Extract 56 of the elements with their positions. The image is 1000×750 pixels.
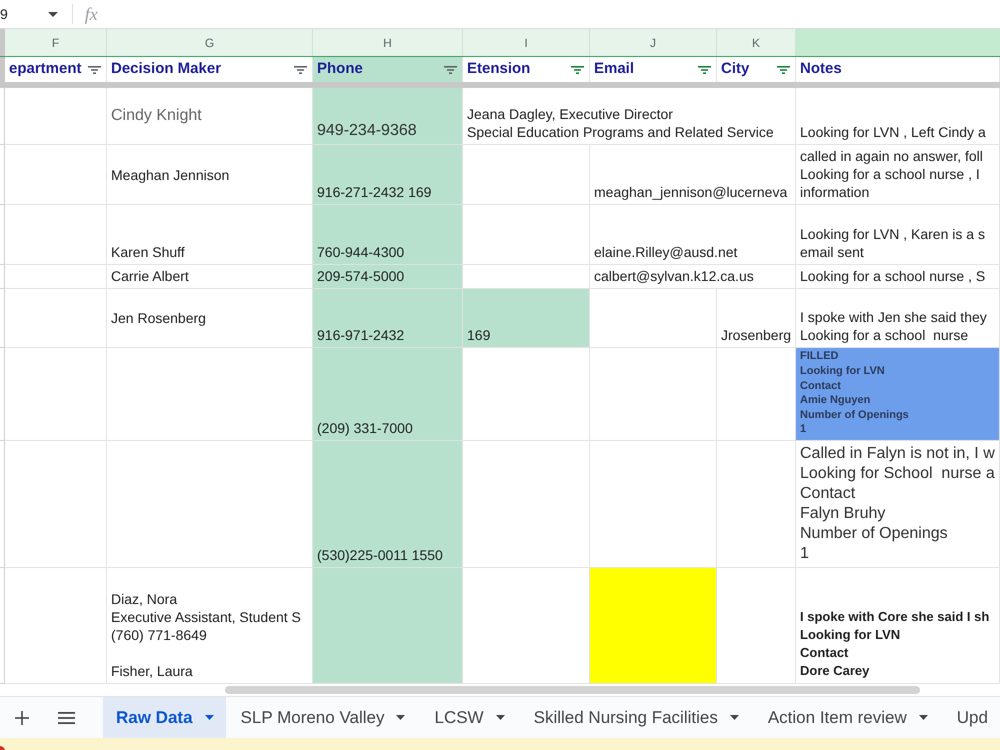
column-title: City: [721, 59, 750, 80]
table-cell: 949-234-9368: [313, 88, 463, 145]
caret-icon[interactable]: [730, 715, 739, 720]
column-header[interactable]: J: [590, 29, 717, 56]
sheet-tab[interactable]: SLP Moreno Valley: [226, 697, 420, 738]
table-cell: 169: [463, 289, 590, 348]
column-title: Etension: [467, 59, 530, 80]
filter-icon[interactable]: [444, 66, 457, 74]
column-title: Phone: [317, 59, 363, 80]
sheet-tab[interactable]: Upd: [942, 697, 1000, 738]
table-cell: Carrie Albert: [107, 265, 313, 289]
filter-icon[interactable]: [88, 66, 101, 74]
table-cell: Called in Falyn is not in, I w Looking for School nurse a Contact Falyn Bruhy Number of Openings 1: [796, 441, 1000, 568]
table-cell: (209) 331-7000: [313, 348, 463, 441]
column-title: Notes: [800, 59, 842, 80]
table-cell: called in again no answer, foll Looking for a school nurse , I information: [796, 145, 1000, 205]
caret-icon[interactable]: [496, 715, 505, 720]
sheet-tab[interactable]: Action Item review: [752, 697, 942, 738]
caret-icon[interactable]: [396, 715, 406, 720]
caret-icon[interactable]: [204, 715, 214, 720]
menu-icon[interactable]: [58, 712, 75, 724]
cell-reference[interactable]: 9: [0, 4, 8, 24]
table-cell: meaghan_jennison@lucerneva: [590, 145, 796, 205]
column-header[interactable]: K: [717, 29, 796, 56]
filter-icon[interactable]: [698, 66, 711, 74]
horizontal-scrollbar[interactable]: [225, 686, 920, 694]
column-header[interactable]: I: [463, 29, 590, 56]
add-icon[interactable]: [15, 710, 29, 724]
column-header[interactable]: F: [5, 29, 107, 56]
table-cell: Looking for a school nurse , S: [796, 265, 1000, 289]
caret-icon[interactable]: [918, 715, 928, 720]
sheet-tab[interactable]: LCSW: [419, 697, 519, 738]
table-cell: 916-971-2432: [313, 289, 463, 348]
filter-icon[interactable]: [777, 66, 790, 74]
table-cell: 209-574-5000: [313, 265, 463, 289]
table-cell: FILLED Looking for LVN Contact Amie Nguyen Number of Openings 1: [796, 348, 1000, 441]
table-cell: 760-944-4300: [313, 205, 463, 265]
column-title: Decision Maker: [111, 59, 222, 80]
column-title: epartment: [9, 59, 82, 80]
table-cell: Looking for LVN , Left Cindy a: [796, 88, 1000, 145]
table-cell: Looking for LVN , Karen is a s email sent: [796, 205, 1000, 265]
table-cell: elaine.Rilley@ausd.net: [590, 205, 796, 265]
column-header[interactable]: H: [313, 29, 463, 56]
filter-icon[interactable]: [294, 66, 307, 74]
table-cell: Jrosenberg: [717, 289, 796, 348]
filter-icon[interactable]: [571, 66, 584, 74]
table-cell: 916-271-2432 169: [313, 145, 463, 205]
table-cell: (530)225-0011 1550: [313, 441, 463, 568]
sheet-tab[interactable]: Skilled Nursing Facilities: [518, 697, 753, 738]
caret-icon[interactable]: [48, 12, 58, 16]
table-cell: calbert@sylvan.k12.ca.us: [590, 265, 796, 289]
fx-label: fx: [84, 2, 98, 26]
table-cell: Jeana Dagley, Executive Director Special Education Programs and Related Service: [463, 88, 796, 145]
sheet-tab[interactable]: Raw Data: [103, 697, 226, 738]
column-header[interactable]: G: [107, 29, 313, 56]
column-title: Email: [594, 59, 634, 80]
